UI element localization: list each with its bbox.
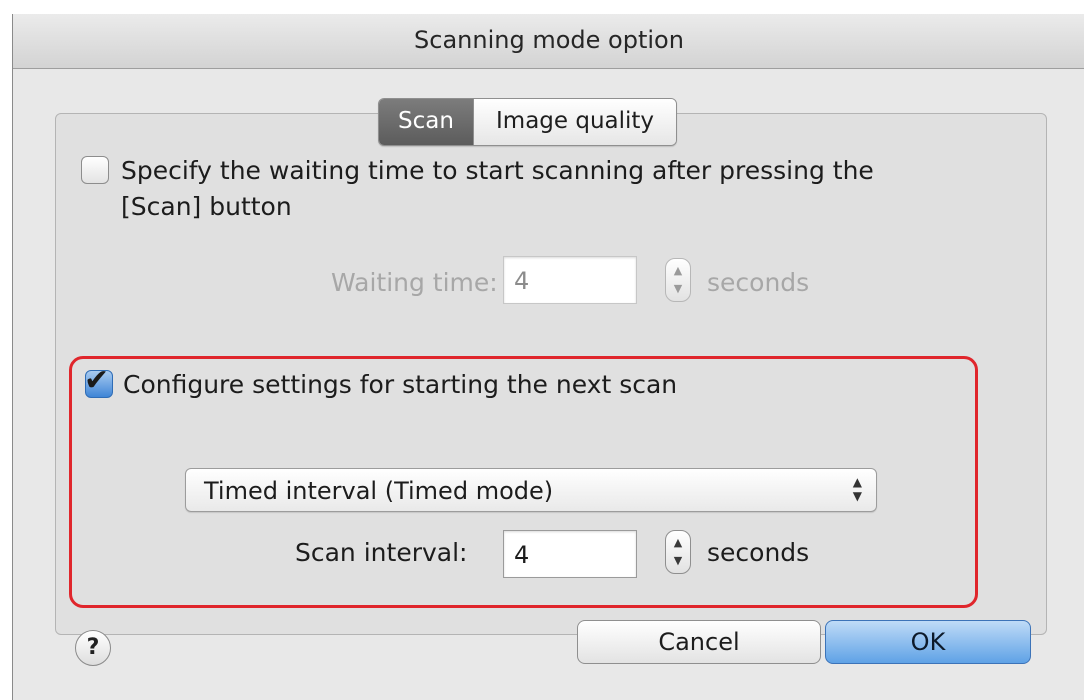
scan-mode-selected: Timed interval (Timed mode) bbox=[204, 477, 554, 505]
stepper-up-icon[interactable]: ▲ bbox=[666, 264, 690, 278]
scan-interval-label: Scan interval: bbox=[295, 538, 468, 567]
waiting-time-checkbox-label-line2: [Scan] button bbox=[121, 192, 292, 221]
window-title: Scanning mode option bbox=[414, 26, 684, 54]
title-bar[interactable]: Scanning mode option bbox=[13, 14, 1084, 69]
scan-interval-unit: seconds bbox=[707, 538, 810, 567]
stepper-down-icon[interactable]: ▼ bbox=[666, 554, 690, 568]
screen: Scanning mode option Scan Image quality … bbox=[0, 0, 1084, 700]
dialog-window: Scanning mode option Scan Image quality … bbox=[12, 14, 1084, 700]
next-scan-checkbox-label: Configure settings for starting the next… bbox=[123, 370, 678, 399]
ok-button[interactable]: OK bbox=[825, 620, 1031, 664]
stepper-down-icon[interactable]: ▼ bbox=[666, 282, 690, 296]
help-button[interactable]: ? bbox=[75, 630, 111, 666]
cancel-button[interactable]: Cancel bbox=[577, 620, 821, 664]
scan-mode-popup[interactable]: Timed interval (Timed mode) ▲ ▼ bbox=[185, 468, 877, 512]
tab-scan[interactable]: Scan bbox=[379, 99, 473, 145]
stepper-up-icon[interactable]: ▲ bbox=[666, 536, 690, 550]
tab-image-quality[interactable]: Image quality bbox=[473, 99, 677, 145]
checkmark-icon: ✔ bbox=[84, 363, 110, 398]
waiting-time-unit: seconds bbox=[707, 268, 810, 297]
tab-bar: Scan Image quality bbox=[378, 98, 678, 146]
next-scan-checkbox[interactable]: ✔ bbox=[84, 363, 113, 398]
waiting-time-stepper[interactable]: ▲ ▼ bbox=[665, 258, 691, 302]
waiting-time-label: Waiting time: bbox=[331, 268, 498, 297]
waiting-time-field[interactable]: 4 bbox=[503, 256, 637, 304]
scan-interval-field[interactable]: 4 bbox=[503, 530, 637, 578]
popup-arrows-icon: ▲ ▼ bbox=[852, 475, 862, 503]
waiting-time-checkbox[interactable] bbox=[81, 156, 109, 184]
waiting-time-checkbox-label-line1: Specify the waiting time to start scanni… bbox=[121, 156, 874, 185]
scan-interval-stepper[interactable]: ▲ ▼ bbox=[665, 530, 691, 574]
